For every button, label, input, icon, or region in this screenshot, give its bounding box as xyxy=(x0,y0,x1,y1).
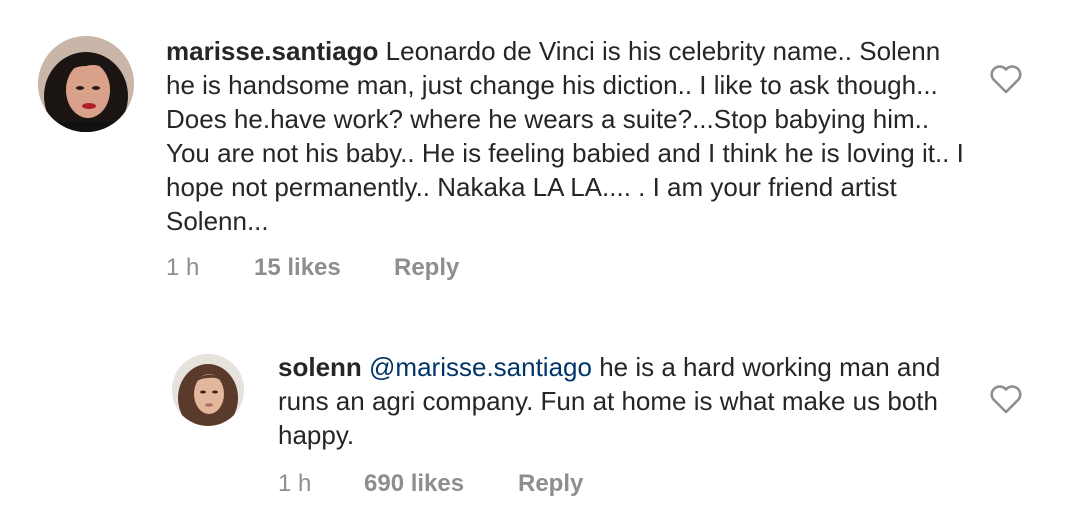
reply-button[interactable]: Reply xyxy=(518,470,583,498)
username-link[interactable]: marisse.santiago xyxy=(166,36,378,66)
comment-body: Leonardo de Vinci is his celebrity name.… xyxy=(166,36,964,236)
comment-meta: 1 h 690 likes Reply xyxy=(278,470,678,500)
timestamp: 1 h xyxy=(166,254,200,281)
timestamp: 1 h xyxy=(278,470,312,497)
heart-outline-icon[interactable] xyxy=(989,64,1023,94)
avatar-marisse[interactable] xyxy=(38,36,134,132)
avatar-solenn[interactable] xyxy=(172,354,244,426)
comment-solenn: solenn @marisse.santiago he is a hard wo… xyxy=(0,300,1080,520)
likes-count[interactable]: 690 likes xyxy=(364,470,464,498)
comment-meta: 1 h 15 likes Reply xyxy=(166,254,566,284)
comment-marisse: marisse.santiago Leonardo de Vinci is hi… xyxy=(0,0,1080,300)
comment-text: marisse.santiago Leonardo de Vinci is hi… xyxy=(166,34,966,238)
likes-count[interactable]: 15 likes xyxy=(254,254,341,282)
reply-button[interactable]: Reply xyxy=(394,254,459,282)
heart-outline-icon[interactable] xyxy=(989,384,1023,414)
mention-link[interactable]: @marisse.santiago xyxy=(369,352,592,382)
comment-text: solenn @marisse.santiago he is a hard wo… xyxy=(278,350,968,452)
username-link[interactable]: solenn xyxy=(278,352,362,382)
